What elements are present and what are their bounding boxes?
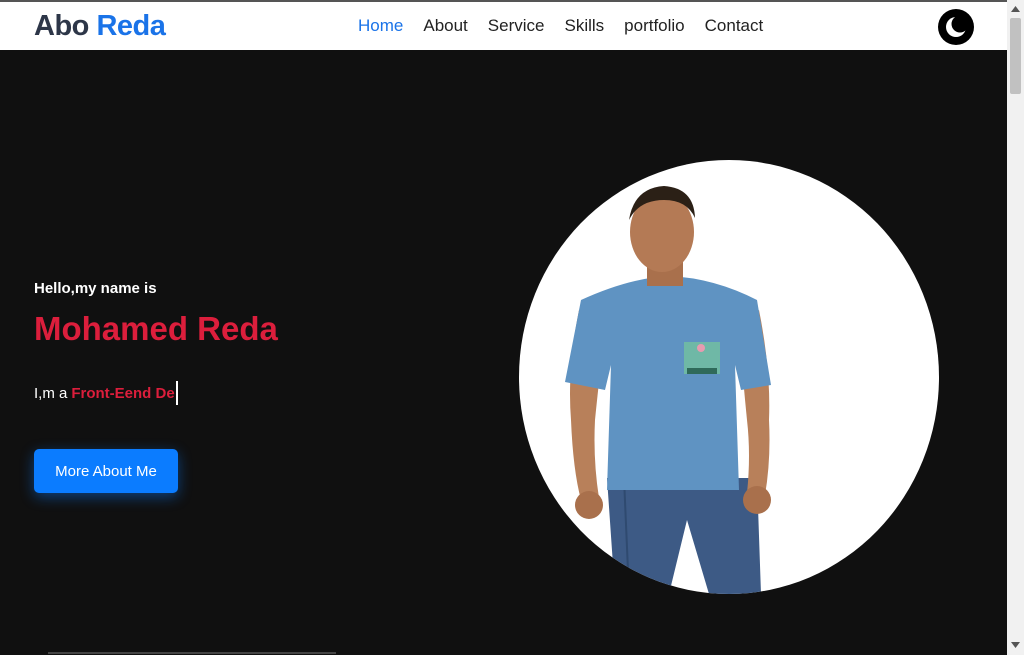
brand-second: Reda <box>96 10 166 42</box>
person-photo <box>565 186 771 594</box>
role-line: I,m a Front-Eend De <box>34 381 178 405</box>
typing-cursor <box>175 381 178 405</box>
brand-first: Abo <box>34 10 89 42</box>
scrollbar-thumb[interactable] <box>1010 18 1021 94</box>
scroll-down-icon[interactable] <box>1007 638 1024 652</box>
hero-name: Mohamed Reda <box>34 310 278 347</box>
moon-icon <box>946 15 968 37</box>
scroll-up-icon[interactable] <box>1007 2 1024 16</box>
section-divider <box>48 652 336 654</box>
nav-item-portfolio[interactable]: portfolio <box>624 16 684 36</box>
brand-logo[interactable]: Abo Reda <box>34 10 166 43</box>
theme-toggle-button[interactable] <box>938 9 974 45</box>
nav-links: Home About Service Skills portfolio Cont… <box>358 16 783 36</box>
nav-item-home[interactable]: Home <box>358 16 403 36</box>
nav-item-contact[interactable]: Contact <box>705 16 764 36</box>
role-prefix: I,m a <box>34 384 68 402</box>
navbar: Abo Reda Home About Service Skills portf… <box>0 2 1007 50</box>
profile-photo <box>519 160 939 594</box>
nav-item-service[interactable]: Service <box>488 16 545 36</box>
vertical-scrollbar[interactable] <box>1007 0 1024 655</box>
greeting-text: Hello,my name is <box>34 280 157 297</box>
hero-section: Hello,my name is Mohamed Reda I,m a Fron… <box>0 50 1007 655</box>
role-typed-text: Front-Eend De <box>71 384 175 402</box>
nav-item-skills[interactable]: Skills <box>564 16 604 36</box>
more-about-me-button[interactable]: More About Me <box>34 449 178 493</box>
nav-item-about[interactable]: About <box>423 16 467 36</box>
